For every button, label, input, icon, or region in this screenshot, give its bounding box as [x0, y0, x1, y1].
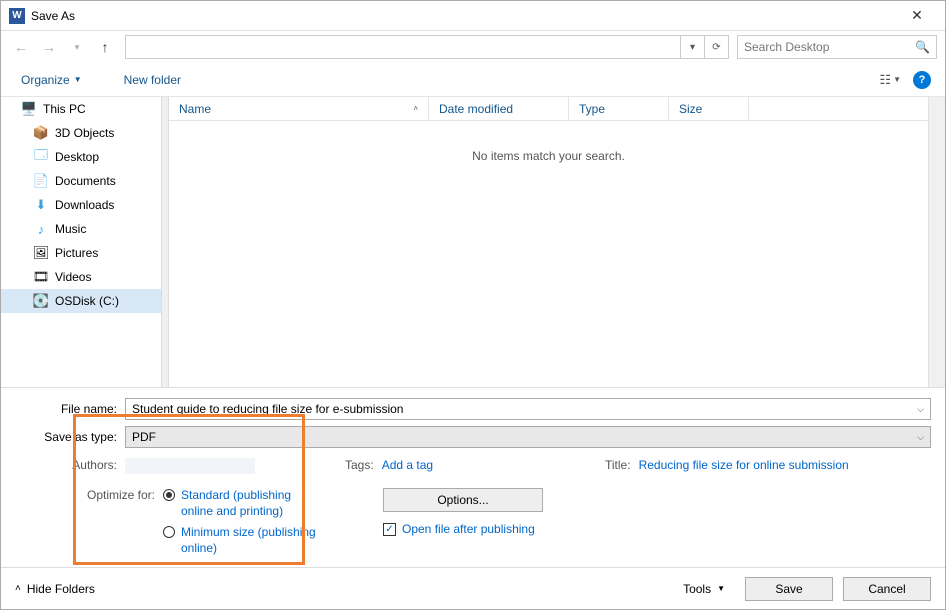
radio-icon [163, 489, 175, 501]
tags-label: Tags: [345, 458, 382, 472]
radio-standard[interactable]: Standard (publishing online and printing… [163, 488, 323, 519]
filename-label: File name: [15, 402, 125, 416]
address-dropdown[interactable]: ▾ [680, 35, 704, 59]
sidebar-item-3d-objects[interactable]: 📦3D Objects [1, 121, 161, 145]
column-size[interactable]: Size [669, 97, 749, 120]
footer: ˄ Hide Folders Tools ▼ Save Cancel [1, 567, 945, 609]
checkbox-icon: ✓ [383, 523, 396, 536]
column-date[interactable]: Date modified [429, 97, 569, 120]
empty-message: No items match your search. [169, 121, 928, 163]
authors-value[interactable] [125, 458, 255, 474]
sidebar-item-this-pc[interactable]: 🖥️This PC [1, 97, 161, 121]
word-icon: W [9, 8, 25, 24]
address-bar[interactable]: ▾ ⟳ [125, 35, 729, 59]
videos-icon: 🎞 [33, 269, 49, 285]
column-name[interactable]: Name˄ [169, 97, 429, 120]
document-icon: 📄 [33, 173, 49, 189]
options-button[interactable]: Options... [383, 488, 543, 512]
dropdown-caret-icon: ▼ [717, 584, 725, 593]
radio-minimum[interactable]: Minimum size (publishing online) [163, 525, 323, 556]
sidebar-item-downloads[interactable]: ⬇Downloads [1, 193, 161, 217]
window-title: Save As [31, 9, 897, 23]
desktop-icon: 🗔 [33, 149, 49, 165]
title-label: Title: [605, 458, 639, 472]
new-folder-button[interactable]: New folder [118, 69, 187, 91]
organize-button[interactable]: Organize▼ [15, 69, 88, 91]
forward-button[interactable]: → [37, 35, 61, 59]
download-icon: ⬇ [33, 197, 49, 213]
search-icon[interactable]: 🔍 [915, 40, 930, 54]
dropdown-caret-icon[interactable]: ⌵ [917, 404, 924, 415]
cube-icon: 📦 [33, 125, 49, 141]
bottom-panel: File name: Student guide to reducing fil… [1, 387, 945, 570]
open-after-checkbox[interactable]: ✓ Open file after publishing [383, 522, 543, 536]
title-bar: W Save As ✕ [1, 1, 945, 31]
filename-input[interactable]: Student guide to reducing file size for … [125, 398, 931, 420]
save-button[interactable]: Save [745, 577, 833, 601]
column-headers: Name˄ Date modified Type Size [169, 97, 928, 121]
back-button[interactable]: ← [9, 35, 33, 59]
sidebar-item-osdisk[interactable]: 💽OSDisk (C:) [1, 289, 161, 313]
sidebar-item-videos[interactable]: 🎞Videos [1, 265, 161, 289]
tools-button[interactable]: Tools ▼ [683, 582, 725, 596]
search-input[interactable]: Search Desktop 🔍 [737, 35, 937, 59]
title-value[interactable]: Reducing file size for online submission [639, 458, 849, 472]
authors-label: Authors: [15, 458, 125, 472]
tags-value[interactable]: Add a tag [382, 458, 433, 472]
sidebar-item-documents[interactable]: 📄Documents [1, 169, 161, 193]
optimize-label: Optimize for: [15, 488, 163, 502]
sidebar-item-pictures[interactable]: 🖼Pictures [1, 241, 161, 265]
disk-icon: 💽 [33, 293, 49, 309]
main-area: 🖥️This PC 📦3D Objects 🗔Desktop 📄Document… [1, 97, 945, 387]
music-icon: ♪ [33, 221, 49, 237]
up-button[interactable]: ↑ [93, 35, 117, 59]
saveastype-select[interactable]: PDF ⌵ [125, 426, 931, 448]
column-type[interactable]: Type [569, 97, 669, 120]
sidebar-item-desktop[interactable]: 🗔Desktop [1, 145, 161, 169]
sort-caret-icon: ˄ [413, 104, 418, 113]
sidebar-item-music[interactable]: ♪Music [1, 217, 161, 241]
view-button[interactable]: ☷ ▼ [879, 72, 901, 88]
close-button[interactable]: ✕ [897, 7, 937, 24]
sidebar: 🖥️This PC 📦3D Objects 🗔Desktop 📄Document… [1, 97, 161, 387]
scrollbar[interactable] [928, 97, 945, 387]
recent-caret[interactable]: ▾ [65, 35, 89, 59]
saveastype-label: Save as type: [15, 430, 125, 444]
pictures-icon: 🖼 [33, 245, 49, 261]
radio-icon [163, 526, 175, 538]
nav-bar: ← → ▾ ↑ ▾ ⟳ Search Desktop 🔍 [1, 31, 945, 63]
file-list: Name˄ Date modified Type Size No items m… [169, 97, 928, 387]
splitter[interactable] [161, 97, 169, 387]
cancel-button[interactable]: Cancel [843, 577, 931, 601]
toolbar: Organize▼ New folder ☷ ▼ ? [1, 63, 945, 97]
monitor-icon: 🖥️ [21, 101, 37, 117]
help-icon[interactable]: ? [913, 71, 931, 89]
chevron-up-icon: ˄ [15, 583, 21, 594]
refresh-button[interactable]: ⟳ [704, 35, 728, 59]
hide-folders-button[interactable]: ˄ Hide Folders [15, 582, 95, 596]
dropdown-caret-icon[interactable]: ⌵ [917, 432, 924, 443]
search-placeholder: Search Desktop [744, 40, 829, 54]
